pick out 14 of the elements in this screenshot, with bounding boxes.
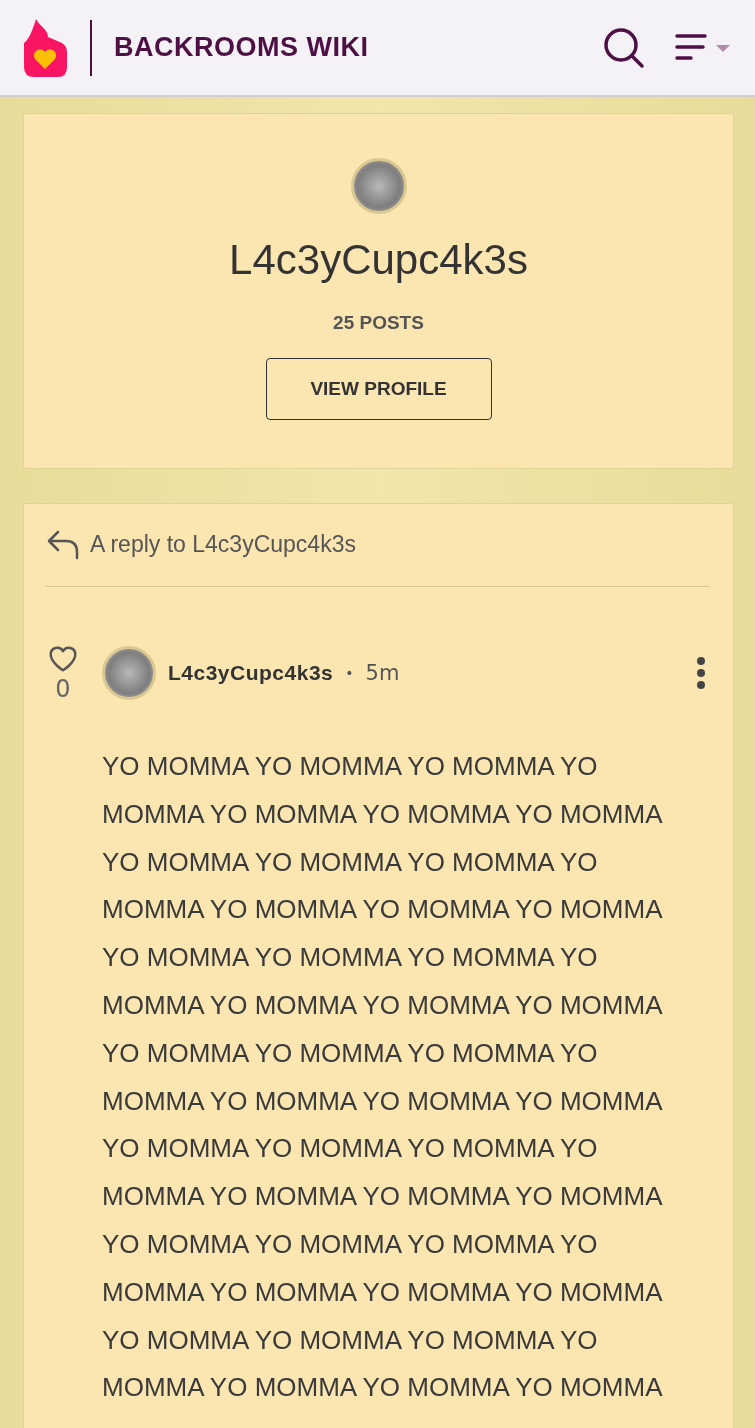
- separator-dot: •: [345, 665, 354, 681]
- reply-to-text[interactable]: A reply to L4c3yCupc4k3s: [90, 530, 356, 558]
- site-title[interactable]: BACKROOMS WIKI: [114, 32, 603, 63]
- post-time: 5m: [365, 661, 401, 685]
- search-button[interactable]: [603, 26, 645, 69]
- avatar[interactable]: [102, 646, 156, 700]
- post-count: 25 POSTS: [333, 312, 424, 334]
- more-options-button[interactable]: [696, 656, 706, 690]
- post-author[interactable]: L4c3yCupc4k3s: [168, 661, 334, 685]
- like-count: 0: [55, 675, 71, 703]
- post-body: YO MOMMA YO MOMMA YO MOMMA YO MOMMA YO MOMMA YO MOMMA YO MOMMA YO MOMMA YO MOMMA YO MOMMA YO MOMMA YO MOMMA YO MOMMA YO MOMMA YO MOMMA YO MOMMA YO MOMMA YO MOMMA YO MOMMA YO MOMMA YO MOMMA YO MOMMA YO MOMMA YO MOMMA YO MOMMA YO MOMMA YO MOMMA YO MOMMA YO MOMMA YO MOMMA YO MOMMA YO MOMMA YO MOMMA YO MOMMA YO MOMMA YO MOMMA YO MOMMA YO MOMMA YO MOMMA YO MOMMA YO MOMMA YO MOMMA YO MOMMA YO MOMMA YO MOMMA YO MOMMA YO MOMMA YO MOMMA YO MOMMA: [102, 750, 664, 1405]
- reply-arrow-icon: [46, 528, 80, 560]
- profile-username: L4c3yCupc4k3s: [229, 236, 528, 284]
- view-profile-button[interactable]: VIEW PROFILE: [265, 358, 492, 420]
